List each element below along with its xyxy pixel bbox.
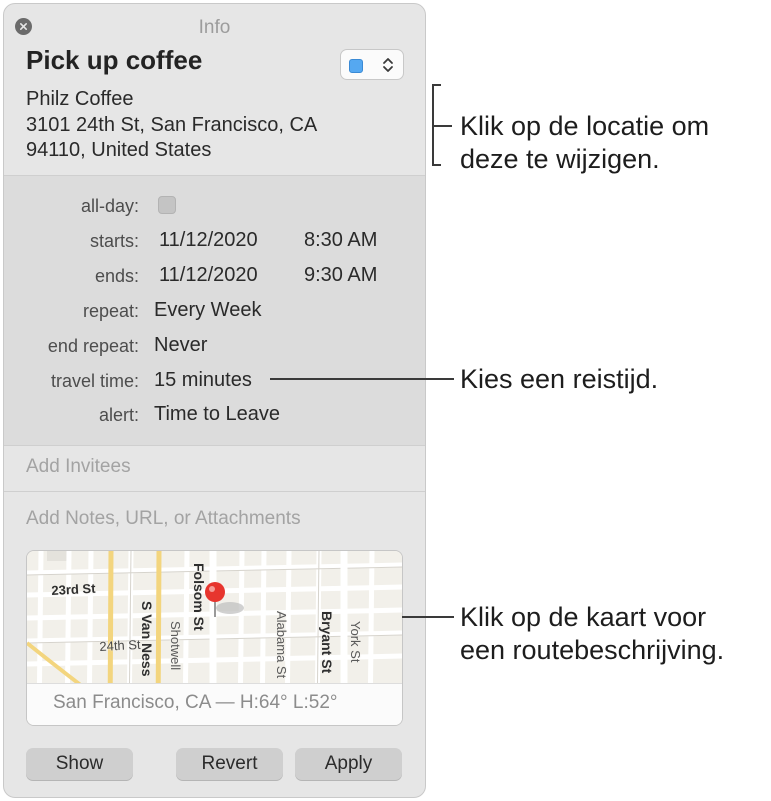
event-info-popover: Info Pick up coffee Philz Coffee 3101 24… (3, 3, 426, 798)
location-callout-line2: deze te wijzigen. (460, 144, 660, 174)
add-notes-field[interactable]: Add Notes, URL, or Attachments (26, 508, 301, 530)
chevron-up-down-icon (383, 58, 393, 72)
travel-leader-line (270, 378, 454, 380)
location-callout-line1: Klik op de locatie om (460, 111, 710, 141)
location-bracket-bottom (432, 164, 441, 166)
travel-time-value[interactable]: 15 minutes (154, 369, 252, 392)
event-title[interactable]: Pick up coffee (26, 45, 202, 76)
map-street-label: 23rd St (51, 580, 96, 598)
allday-label: all-day: (80, 196, 139, 216)
show-button[interactable]: Show (26, 748, 133, 780)
map-street-label: Shotwell (168, 621, 183, 671)
apply-button[interactable]: Apply (295, 748, 402, 780)
details-section: all-day: starts: 11/12/2020 8:30 AM ends… (4, 176, 425, 446)
location-map[interactable]: 23rd St 24th St S Van Ness Shotwell Folsom S… (26, 550, 403, 726)
end-repeat-value[interactable]: Never (154, 334, 207, 357)
map-leader-line (402, 616, 454, 618)
map-street-label: Bryant St (319, 611, 335, 674)
calendar-color-swatch (349, 59, 363, 73)
add-invitees-field[interactable]: Add Invitees (26, 456, 131, 478)
location-name[interactable]: Philz Coffee (26, 88, 133, 111)
map-street-label: York St (348, 621, 363, 663)
end-date[interactable]: 11/12/2020 (159, 264, 258, 287)
allday-checkbox[interactable] (158, 196, 176, 214)
start-date[interactable]: 11/12/2020 (159, 229, 258, 252)
repeat-label: repeat: (82, 301, 139, 321)
map-street-label: Folsom St (191, 563, 207, 631)
location-leader-line (434, 125, 452, 127)
window-title: Info (198, 17, 231, 38)
location-street[interactable]: 3101 24th St, San Francisco, CA (26, 114, 317, 137)
starts-label: starts: (89, 231, 139, 251)
end-time[interactable]: 9:30 AM (304, 264, 377, 287)
alert-label: alert: (98, 405, 139, 425)
weather-forecast: San Francisco, CA — H:64° L:52° (53, 692, 338, 713)
divider (4, 491, 425, 492)
map-weather-bar: San Francisco, CA — H:64° L:52° (27, 683, 402, 725)
start-time[interactable]: 8:30 AM (304, 229, 377, 252)
map-street-label: Alabama St (274, 611, 289, 679)
calendar-color-select[interactable] (340, 49, 404, 80)
end-repeat-label: end repeat: (47, 336, 139, 356)
map-street-label: 24th St (99, 636, 141, 654)
map-callout-line2: een routebeschrijving. (460, 635, 725, 665)
ends-label: ends: (94, 266, 139, 286)
repeat-value[interactable]: Every Week (154, 299, 261, 322)
location-bracket-top (432, 84, 441, 86)
alert-value[interactable]: Time to Leave (154, 403, 280, 426)
travel-callout: Kies een reistijd. (460, 364, 659, 394)
revert-button[interactable]: Revert (176, 748, 283, 780)
map-street-label: S Van Ness (139, 601, 155, 677)
location-postal[interactable]: 94110, United States (26, 139, 211, 162)
divider (4, 445, 425, 446)
travel-time-label: travel time: (50, 371, 139, 391)
map-callout-line1: Klik op de kaart voor (460, 602, 707, 632)
